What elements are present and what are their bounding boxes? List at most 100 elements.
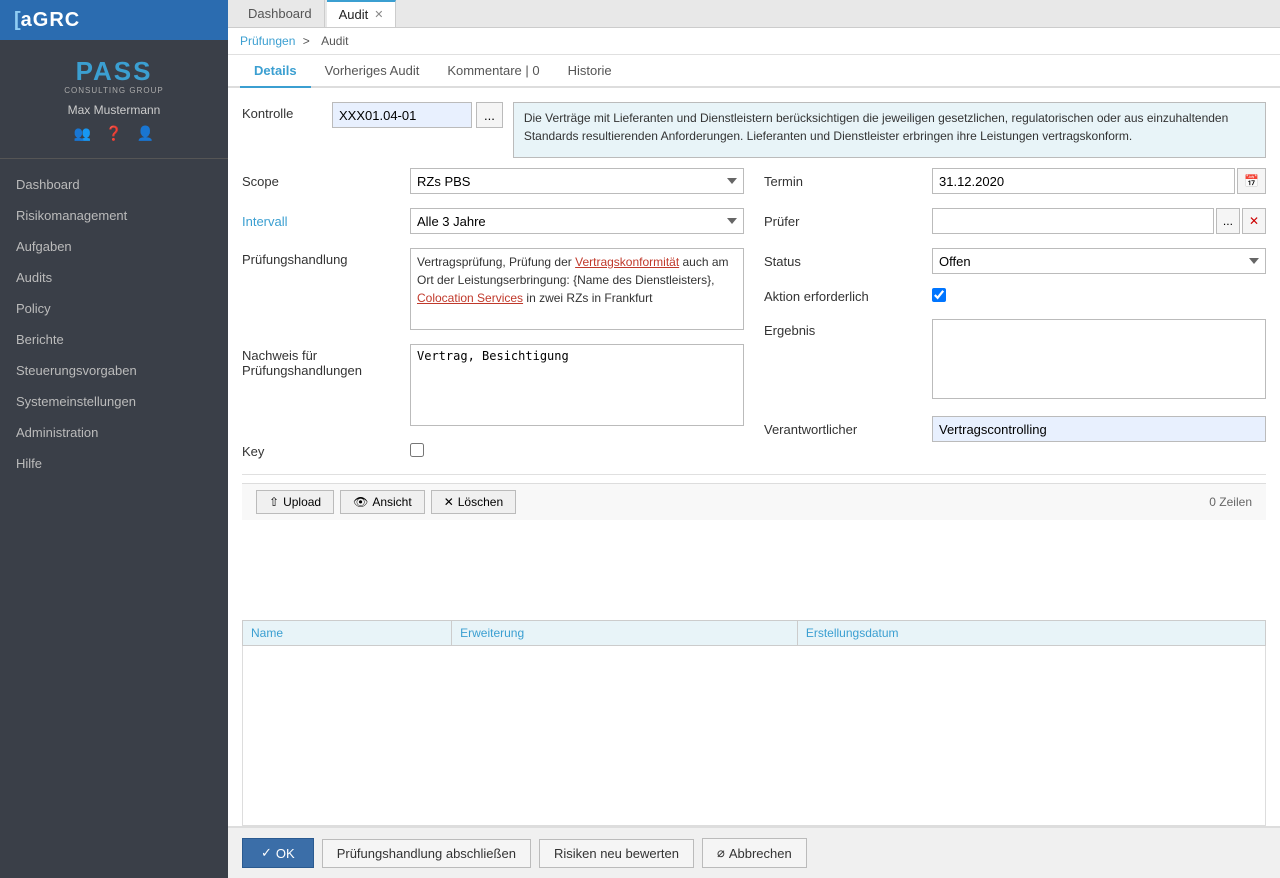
prufer-clear-button[interactable]: ✕: [1242, 208, 1266, 234]
intervall-select[interactable]: Alle 3 Jahre Jährlich: [410, 208, 744, 234]
tab-dashboard[interactable]: Dashboard: [236, 0, 325, 27]
tab-dashboard-label: Dashboard: [248, 6, 312, 21]
prufer-control: ... ✕: [932, 208, 1266, 234]
loschen-icon: ✕: [444, 495, 454, 509]
aktion-row: Aktion erforderlich: [764, 288, 1266, 305]
key-row: Key: [242, 443, 744, 460]
nachweis-row: Nachweis für Prüfungshandlungen Vertrag,…: [242, 344, 744, 429]
sidebar-item-berichte[interactable]: Berichte: [0, 324, 228, 355]
nachweis-textarea[interactable]: Vertrag, Besichtigung: [410, 344, 744, 426]
subtab-comments[interactable]: Kommentare | 0: [433, 55, 553, 88]
sidebar-item-dashboard[interactable]: Dashboard: [0, 169, 228, 200]
ansicht-icon: 👁: [353, 495, 368, 509]
subtab-history[interactable]: Historie: [554, 55, 626, 88]
help-icon[interactable]: ❓: [105, 125, 122, 142]
sidebar-item-systemeinstellungen[interactable]: Systemeinstellungen: [0, 386, 228, 417]
attachment-toolbar: ⇧ Upload 👁 Ansicht ✕ Löschen 0 Zeilen: [242, 483, 1266, 520]
sidebar-item-steuerungsvorgaben[interactable]: Steuerungsvorgaben: [0, 355, 228, 386]
upload-label: Upload: [283, 495, 321, 509]
logo-bracket: [: [14, 9, 21, 32]
kontrolle-description: Die Verträge mit Lieferanten und Dienstl…: [513, 102, 1266, 158]
table-row: [243, 646, 1266, 826]
table-empty-area: [243, 646, 1266, 826]
prufer-label: Prüfer: [764, 214, 924, 229]
key-control: [410, 443, 744, 460]
kontrolle-input-wrap: ...: [332, 102, 503, 128]
ansicht-button[interactable]: 👁 Ansicht: [340, 490, 425, 514]
ansicht-label: Ansicht: [372, 495, 411, 509]
aktion-control: [932, 288, 1266, 305]
form-left: Scope RZs PBS Option 2 Intervall: [242, 168, 744, 466]
form-area: Kontrolle ... Die Verträge mit Lieferant…: [228, 88, 1280, 620]
tab-audit[interactable]: Audit ✕: [327, 0, 397, 27]
sidebar: [ aGRC PASS CONSULTING GROUP Max Musterm…: [0, 0, 228, 878]
ergebnis-row: Ergebnis: [764, 319, 1266, 402]
scope-row: Scope RZs PBS Option 2: [242, 168, 744, 194]
users-icon[interactable]: 👥: [74, 125, 91, 142]
scope-select[interactable]: RZs PBS Option 2: [410, 168, 744, 194]
sidebar-item-risikomanagement[interactable]: Risikomanagement: [0, 200, 228, 231]
user-icon[interactable]: 👤: [137, 125, 154, 142]
pass-sub: CONSULTING GROUP: [64, 86, 163, 95]
kontrolle-input[interactable]: [332, 102, 472, 128]
aktion-label: Aktion erforderlich: [764, 289, 924, 304]
ok-check-icon: ✓: [261, 845, 272, 861]
abbrechen-button[interactable]: ⌀ Abbrechen: [702, 838, 807, 868]
kontrolle-row: Kontrolle ... Die Verträge mit Lieferant…: [242, 102, 1266, 158]
termin-control: 📅: [932, 168, 1266, 194]
table-header-row: Name Erweiterung Erstellungsdatum: [243, 621, 1266, 646]
upload-icon: ⇧: [269, 495, 279, 509]
sidebar-item-administration[interactable]: Administration: [0, 417, 228, 448]
upload-button[interactable]: ⇧ Upload: [256, 490, 334, 514]
prufungshandlung-text[interactable]: Vertragsprüfung, Prüfung der Vertragskon…: [410, 248, 744, 330]
status-label: Status: [764, 254, 924, 269]
breadcrumb-separator: >: [303, 34, 310, 48]
prufungshandlung-abschliessen-button[interactable]: Prüfungshandlung abschließen: [322, 839, 531, 868]
termin-row: Termin 📅: [764, 168, 1266, 194]
rows-count: 0 Zeilen: [1209, 495, 1252, 509]
prufungshandlung-row: Prüfungshandlung Vertragsprüfung, Prüfun…: [242, 248, 744, 330]
termin-input[interactable]: [932, 168, 1235, 194]
risiken-bewerten-button[interactable]: Risiken neu bewerten: [539, 839, 694, 868]
prufungshandlung-control: Vertragsprüfung, Prüfung der Vertragskon…: [410, 248, 744, 330]
prufer-dots-button[interactable]: ...: [1216, 208, 1240, 234]
scope-control: RZs PBS Option 2: [410, 168, 744, 194]
prufer-input[interactable]: [932, 208, 1214, 234]
intervall-control: Alle 3 Jahre Jährlich: [410, 208, 744, 234]
kontrolle-dots-button[interactable]: ...: [476, 102, 503, 128]
intervall-label: Intervall: [242, 214, 402, 229]
loschen-button[interactable]: ✕ Löschen: [431, 490, 516, 514]
ergebnis-label: Ergebnis: [764, 319, 924, 338]
username: Max Mustermann: [68, 103, 161, 117]
divider: [242, 474, 1266, 475]
sidebar-item-audits[interactable]: Audits: [0, 262, 228, 293]
verantwortlicher-control: [932, 416, 1266, 442]
loschen-label: Löschen: [458, 495, 503, 509]
pass-logo: PASS: [76, 58, 153, 84]
sidebar-item-aufgaben[interactable]: Aufgaben: [0, 231, 228, 262]
sidebar-item-hilfe[interactable]: Hilfe: [0, 448, 228, 479]
cancel-icon: ⌀: [717, 845, 725, 861]
col-name: Name: [243, 621, 452, 646]
ergebnis-textarea[interactable]: [932, 319, 1266, 399]
aktion-checkbox[interactable]: [932, 288, 946, 302]
ok-button[interactable]: ✓ OK: [242, 838, 314, 868]
termin-label: Termin: [764, 174, 924, 189]
termin-calendar-button[interactable]: 📅: [1237, 168, 1266, 194]
user-icon-bar: 👥 ❓ 👤: [74, 125, 154, 142]
attachments-table-section: Name Erweiterung Erstellungsdatum: [228, 620, 1280, 826]
form-grid: Scope RZs PBS Option 2 Intervall: [242, 168, 1266, 466]
breadcrumb: Prüfungen > Audit: [228, 28, 1280, 55]
sidebar-item-policy[interactable]: Policy: [0, 293, 228, 324]
ergebnis-control: [932, 319, 1266, 402]
tab-close-icon[interactable]: ✕: [374, 8, 383, 21]
verantwortlicher-input[interactable]: [932, 416, 1266, 442]
status-select[interactable]: Offen In Bearbeitung Abgeschlossen: [932, 248, 1266, 274]
breadcrumb-parent[interactable]: Prüfungen: [240, 34, 295, 48]
logo-bar: [ aGRC: [0, 0, 228, 40]
subtab-details[interactable]: Details: [240, 55, 311, 88]
key-checkbox[interactable]: [410, 443, 424, 457]
nachweis-control: Vertrag, Besichtigung: [410, 344, 744, 429]
subtab-previous[interactable]: Vorheriges Audit: [311, 55, 434, 88]
kontrolle-label: Kontrolle: [242, 102, 322, 121]
